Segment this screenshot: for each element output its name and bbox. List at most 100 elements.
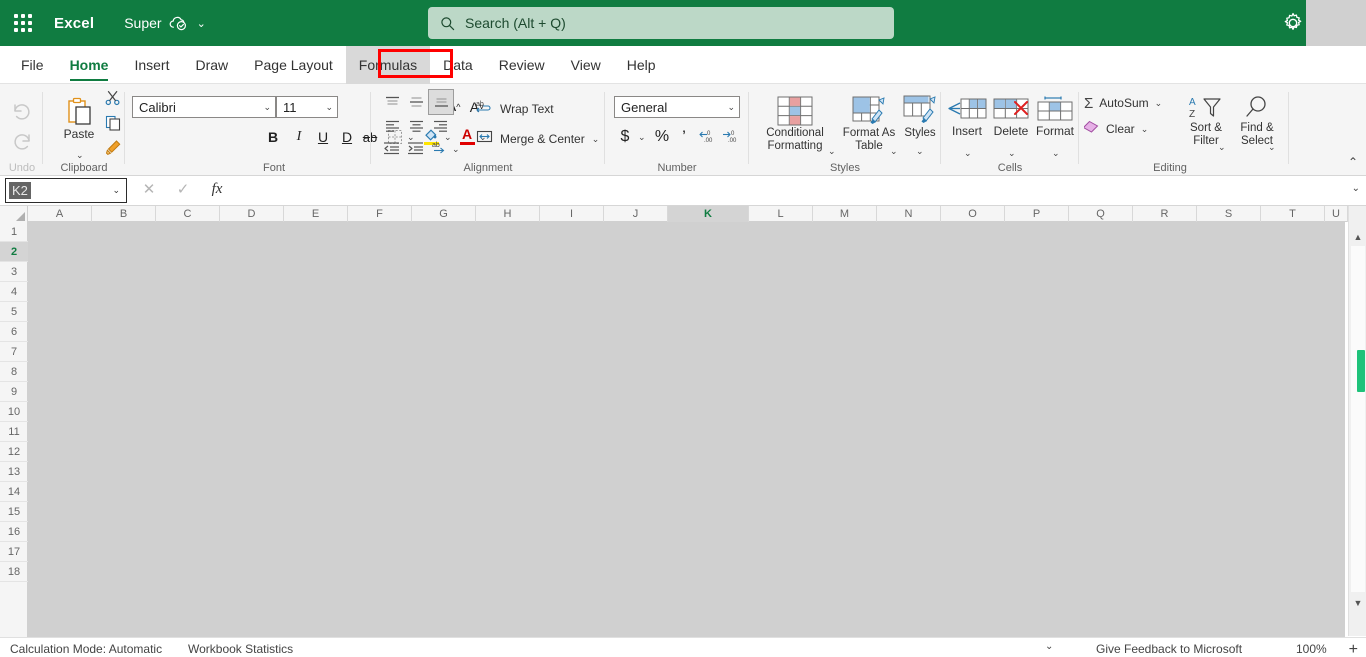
undo-icon[interactable] [8, 98, 36, 124]
insert-function-icon[interactable]: fx [208, 181, 226, 198]
column-header-L[interactable]: L [749, 206, 813, 222]
column-header-D[interactable]: D [220, 206, 284, 222]
row-header-8[interactable]: 8 [0, 362, 28, 382]
row-header-2[interactable]: 2 [0, 242, 28, 262]
increase-indent-icon[interactable] [404, 138, 428, 158]
column-header-B[interactable]: B [92, 206, 156, 222]
double-underline-button[interactable]: D [336, 126, 358, 148]
tab-help[interactable]: Help [614, 46, 669, 84]
give-feedback-status[interactable]: Give Feedback to Microsoft [1096, 642, 1242, 656]
format-cells-button[interactable]: Format [1032, 88, 1078, 146]
column-header-J[interactable]: J [604, 206, 668, 222]
column-header-M[interactable]: M [813, 206, 877, 222]
cell-styles-chevron-down-icon[interactable]: ⌄ [916, 146, 924, 157]
tab-formulas[interactable]: Formulas [345, 45, 431, 84]
align-right-icon[interactable] [428, 116, 452, 136]
calculation-mode-status[interactable]: Calculation Mode: Automatic [10, 642, 162, 656]
column-header-H[interactable]: H [476, 206, 540, 222]
row-header-1[interactable]: 1 [0, 222, 28, 242]
align-left-icon[interactable] [380, 116, 404, 136]
zoom-in-icon[interactable]: + [1349, 641, 1358, 657]
scroll-up-icon[interactable]: ▲ [1349, 228, 1366, 246]
row-header-9[interactable]: 9 [0, 382, 28, 402]
accounting-format-button[interactable]: $ [616, 126, 634, 148]
row-header-4[interactable]: 4 [0, 282, 28, 302]
column-header-T[interactable]: T [1261, 206, 1325, 222]
accounting-chevron-down-icon[interactable]: ⌄ [638, 132, 646, 143]
insert-cells-chevron-down-icon[interactable]: ⌄ [964, 148, 972, 159]
font-name-select[interactable]: Calibri ⌄ [132, 96, 276, 118]
clear-button[interactable]: Clear ⌄ [1082, 118, 1180, 140]
gear-icon[interactable] [1281, 11, 1305, 35]
name-box[interactable]: K2 ⌄ [5, 178, 127, 203]
row-header-11[interactable]: 11 [0, 422, 28, 442]
column-header-I[interactable]: I [540, 206, 604, 222]
copy-icon[interactable] [102, 112, 124, 134]
scroll-down-icon[interactable]: ▼ [1349, 594, 1366, 612]
row-header-5[interactable]: 5 [0, 302, 28, 322]
autosum-button[interactable]: Σ AutoSum ⌄ [1084, 92, 1180, 114]
zoom-level-status[interactable]: 100% [1296, 642, 1327, 656]
tab-data[interactable]: Data [430, 46, 486, 84]
row-header-18[interactable]: 18 [0, 562, 28, 582]
font-size-chevron-down-icon[interactable]: ⌄ [325, 102, 333, 113]
align-bottom-icon[interactable] [428, 89, 454, 115]
expand-formula-bar-chevron-down-icon[interactable]: ⌄ [1352, 183, 1360, 194]
column-header-E[interactable]: E [284, 206, 348, 222]
align-top-icon[interactable] [380, 92, 404, 112]
orientation-icon[interactable]: ab [428, 138, 452, 158]
column-header-C[interactable]: C [156, 206, 220, 222]
autosum-chevron-down-icon[interactable]: ⌄ [1155, 98, 1163, 109]
column-header-K[interactable]: K [668, 206, 749, 222]
column-header-R[interactable]: R [1133, 206, 1197, 222]
comma-format-button[interactable]: ’ [676, 126, 692, 148]
row-header-17[interactable]: 17 [0, 542, 28, 562]
clear-chevron-down-icon[interactable]: ⌄ [1141, 124, 1149, 135]
conditional-formatting-chevron-down-icon[interactable]: ⌄ [828, 146, 836, 157]
select-all-corner[interactable] [0, 206, 28, 222]
tab-review[interactable]: Review [486, 46, 558, 84]
column-header-A[interactable]: A [28, 206, 92, 222]
orientation-chevron-down-icon[interactable]: ⌄ [452, 144, 460, 155]
scrollbar-thumb[interactable] [1357, 350, 1365, 392]
cloud-saved-icon[interactable] [169, 15, 187, 31]
font-name-chevron-down-icon[interactable]: ⌄ [263, 102, 271, 113]
underline-button[interactable]: U [312, 126, 334, 148]
delete-cells-chevron-down-icon[interactable]: ⌄ [1008, 148, 1016, 159]
tab-page-layout[interactable]: Page Layout [241, 46, 346, 84]
italic-button[interactable]: I [288, 126, 310, 148]
scissors-icon[interactable] [102, 87, 124, 109]
workbook-statistics-status[interactable]: Workbook Statistics [188, 642, 293, 656]
delete-cells-button[interactable]: Delete [988, 88, 1034, 146]
tab-draw[interactable]: Draw [182, 46, 241, 84]
number-format-select[interactable]: General ⌄ [614, 96, 740, 118]
row-header-15[interactable]: 15 [0, 502, 28, 522]
row-header-3[interactable]: 3 [0, 262, 28, 282]
cancel-entry-icon[interactable]: ✕ [140, 180, 158, 198]
format-painter-icon[interactable] [102, 136, 124, 158]
decrease-decimal-icon[interactable]: 0.00 [696, 126, 720, 148]
app-launcher-icon[interactable] [0, 0, 46, 46]
row-header-7[interactable]: 7 [0, 342, 28, 362]
find-select-chevron-down-icon[interactable]: ⌄ [1268, 142, 1276, 153]
font-size-select[interactable]: 11 ⌄ [276, 96, 338, 118]
vertical-scrollbar[interactable]: ▲ ▼ [1348, 206, 1366, 636]
format-cells-chevron-down-icon[interactable]: ⌄ [1052, 148, 1060, 159]
column-header-G[interactable]: G [412, 206, 476, 222]
bold-button[interactable]: B [262, 126, 284, 148]
merge-center-chevron-down-icon[interactable]: ⌄ [592, 134, 600, 145]
percent-format-button[interactable]: % [652, 126, 672, 148]
format-as-table-chevron-down-icon[interactable]: ⌄ [890, 146, 898, 157]
column-header-Q[interactable]: Q [1069, 206, 1133, 222]
scrollbar-track[interactable] [1351, 246, 1365, 592]
column-header-P[interactable]: P [1005, 206, 1069, 222]
tab-file[interactable]: File [8, 46, 57, 84]
redo-icon[interactable] [8, 128, 36, 154]
conditional-formatting-button[interactable]: Conditional Formatting [752, 88, 838, 160]
column-header-O[interactable]: O [941, 206, 1005, 222]
decrease-indent-icon[interactable] [380, 138, 404, 158]
confirm-entry-icon[interactable]: ✓ [174, 180, 192, 198]
document-name[interactable]: Super [124, 15, 161, 31]
cell-styles-button[interactable]: Styles [900, 88, 940, 146]
paste-chevron-down-icon[interactable]: ⌄ [76, 150, 84, 161]
